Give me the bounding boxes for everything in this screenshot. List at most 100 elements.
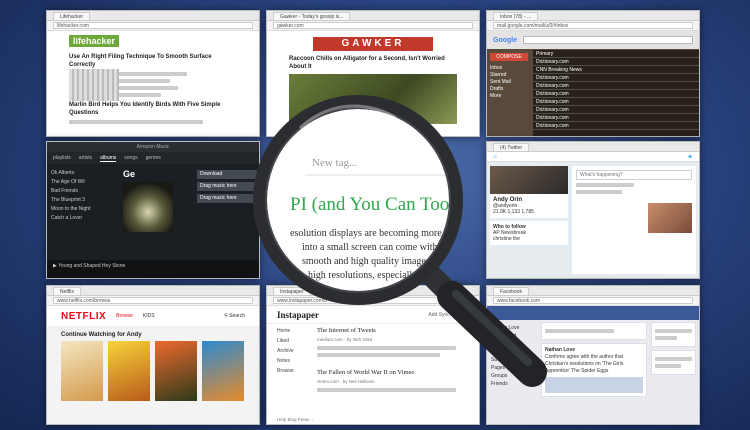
compose-button[interactable]: COMPOSE: [490, 53, 528, 61]
mail-row[interactable]: Primary: [533, 50, 699, 58]
label-inbox[interactable]: Inbox: [490, 65, 528, 72]
title-poster[interactable]: [155, 341, 197, 401]
album-art[interactable]: [123, 182, 173, 232]
row-title: Continue Watching for Andy: [61, 332, 142, 338]
article-title[interactable]: The Internet of Tweets: [317, 326, 471, 335]
music-window: Amazon Music playlists artists albums so…: [46, 141, 260, 279]
album-item[interactable]: The Age Of Wil: [51, 178, 117, 187]
nav-playlists[interactable]: playlists: [53, 155, 71, 161]
address-bar[interactable]: lifehacker.com: [53, 22, 253, 29]
nav-genres[interactable]: genres: [146, 155, 161, 161]
nav-artists[interactable]: artists: [79, 155, 92, 161]
status-composer[interactable]: [541, 322, 647, 340]
gawker-logo[interactable]: GAWKER: [313, 37, 433, 51]
drag-music-target-2[interactable]: Drag music here: [197, 194, 257, 203]
facebook-top-bar: [487, 306, 699, 320]
drag-music-target[interactable]: Drag music here: [197, 182, 257, 191]
address-bar[interactable]: www.instapaper.com/u: [273, 297, 473, 304]
follow-suggestion-2[interactable]: christine the: [493, 236, 565, 242]
label-drafts[interactable]: Drafts: [490, 86, 528, 93]
mail-row[interactable]: Dictionary.com: [533, 90, 699, 98]
nav-home[interactable]: Home: [277, 326, 307, 336]
footer-links[interactable]: Help Blog Press ...: [277, 417, 314, 422]
post-author[interactable]: Nathan Love: [545, 347, 643, 354]
nav-liked[interactable]: Liked: [277, 336, 307, 346]
search-button[interactable]: ⚲ Search: [224, 313, 245, 319]
home-icon[interactable]: ⌂: [493, 154, 497, 160]
tweet-count[interactable]: 21.9K: [493, 209, 506, 215]
article-headline-2[interactable]: Marlin Bird Helps You Identify Birds Wit…: [69, 101, 237, 117]
title-poster[interactable]: [108, 341, 150, 401]
play-icon[interactable]: ▶: [53, 263, 57, 269]
label-starred[interactable]: Starred: [490, 72, 528, 79]
mail-row[interactable]: CNN Breaking News: [533, 66, 699, 74]
account-links[interactable]: Add Sync Account: [428, 312, 469, 318]
browser-tab[interactable]: Lifehacker: [53, 11, 91, 20]
netflix-logo[interactable]: NETFLIX: [61, 311, 106, 322]
compose-tweet-input[interactable]: What's happening?: [576, 170, 692, 180]
browse-menu[interactable]: Browse: [116, 313, 133, 319]
download-button[interactable]: Download: [197, 170, 257, 179]
window-title: Amazon Music: [47, 142, 259, 152]
album-item[interactable]: Ok Alberto: [51, 169, 117, 178]
sidebar-item[interactable]: Nathan Love: [491, 324, 537, 332]
mail-row[interactable]: Dictionary.com: [533, 106, 699, 114]
sidebar-item[interactable]: Saved: [491, 356, 537, 364]
browser-tab[interactable]: Instapaper: [273, 286, 311, 295]
album-item[interactable]: The Blueprint 3: [51, 196, 117, 205]
instapaper-logo[interactable]: Instapaper: [277, 310, 319, 320]
mail-row[interactable]: Dictionary.com: [533, 98, 699, 106]
nav-browse[interactable]: Browse: [277, 366, 307, 376]
mail-row[interactable]: Dictionary.com: [533, 58, 699, 66]
nav-albums[interactable]: albums: [100, 155, 117, 162]
post-image[interactable]: [545, 377, 643, 393]
google-logo[interactable]: Google: [493, 37, 517, 44]
browser-tab[interactable]: Gawker - Today's gossip is...: [273, 11, 351, 20]
mail-row[interactable]: Dictionary.com: [533, 82, 699, 90]
sidebar-item[interactable]: Events: [491, 348, 537, 356]
tag-input[interactable]: New tag...: [312, 157, 357, 169]
browser-tab[interactable]: Netflix: [53, 286, 81, 295]
address-bar[interactable]: mail.google.com/mail/u/0/#inbox: [493, 22, 693, 29]
sidebar-item[interactable]: Groups: [491, 372, 537, 380]
mail-search-input[interactable]: [523, 36, 693, 44]
following-count[interactable]: 1,133: [507, 209, 520, 215]
address-bar[interactable]: www.facebook.com: [493, 297, 693, 304]
feed-post[interactable]: Nathan Love Confirms agree with the auth…: [541, 343, 647, 397]
nav-archive[interactable]: Archive: [277, 346, 307, 356]
browser-tab[interactable]: Facebook: [493, 286, 529, 295]
address-bar[interactable]: www.netflix.com/browse: [53, 297, 253, 304]
sidebar-item[interactable]: Messages: [491, 340, 537, 348]
magnified-headline[interactable]: PI (and You Can Too!): [290, 194, 462, 215]
nav-notes[interactable]: Notes: [277, 356, 307, 366]
sidebar-item[interactable]: News Feed: [491, 332, 537, 340]
gawker-window: Gawker - Today's gossip is... gawker.com…: [266, 10, 480, 137]
lifehacker-logo[interactable]: lifehacker: [69, 35, 120, 47]
mail-row[interactable]: Dictionary.com: [533, 122, 699, 130]
album-item[interactable]: Bad Friends: [51, 187, 117, 196]
kids-link[interactable]: KIDS: [143, 313, 155, 319]
article-title[interactable]: The Fallen of World War II on Vimeo: [317, 368, 471, 377]
followers-count[interactable]: 1,785: [521, 209, 534, 215]
twitter-window: (4) Twitter ⌂ ✦ Andy Orin @andyorin 21.9…: [486, 141, 700, 279]
label-more[interactable]: More: [490, 93, 528, 100]
mail-row[interactable]: Dictionary.com: [533, 74, 699, 82]
nav-songs[interactable]: songs: [124, 155, 137, 161]
album-item[interactable]: Moon to the Night: [51, 205, 117, 214]
title-poster[interactable]: [61, 341, 103, 401]
label-sent[interactable]: Sent Mail: [490, 79, 528, 86]
mail-row[interactable]: Dictionary.com: [533, 114, 699, 122]
sidebar-item[interactable]: Friends: [491, 380, 537, 388]
article-image: [289, 74, 457, 124]
title-poster[interactable]: [202, 341, 244, 401]
article-headline[interactable]: Raccoon Chills on Alligator for a Second…: [289, 55, 457, 71]
profile-header-image: [490, 166, 568, 194]
album-item[interactable]: Catch a Lover: [51, 214, 117, 223]
browser-tab[interactable]: Inbox (78) - ...: [493, 11, 539, 20]
tweet-image[interactable]: [648, 203, 692, 233]
twitter-bird-icon[interactable]: ✦: [687, 153, 693, 161]
browser-tab[interactable]: (4) Twitter: [493, 142, 530, 151]
sidebar-item[interactable]: Pages: [491, 364, 537, 372]
address-bar[interactable]: gawker.com: [273, 22, 473, 29]
article-headline[interactable]: Use An Right Filing Technique To Smooth …: [69, 53, 237, 69]
